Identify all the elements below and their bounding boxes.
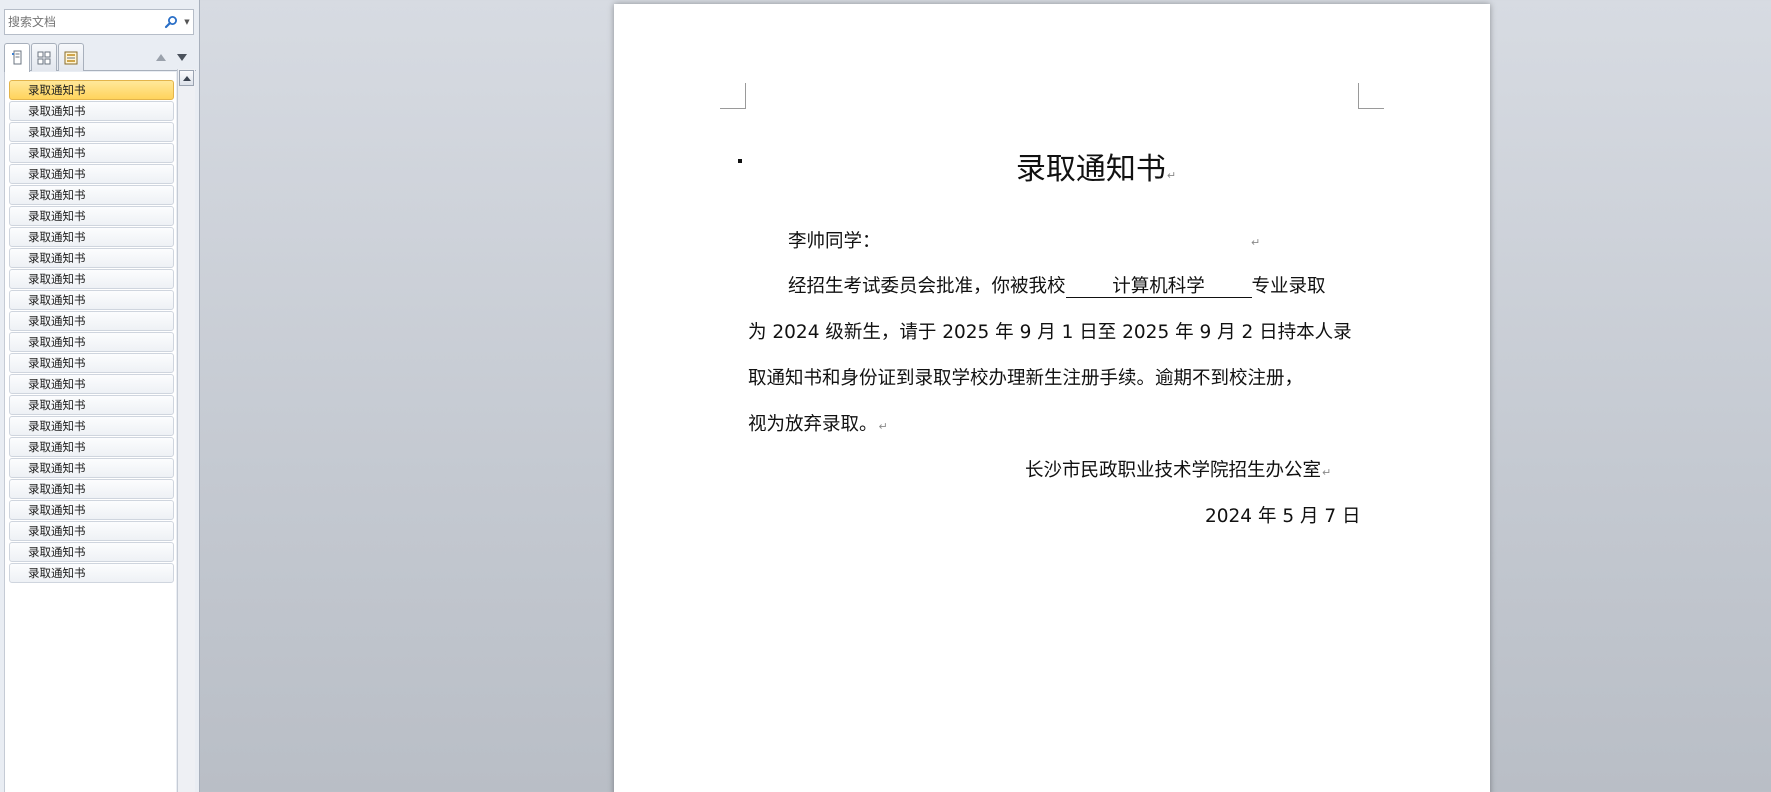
view-tabs: [4, 43, 196, 72]
crop-mark-top-right: [1358, 83, 1384, 109]
signature[interactable]: 长沙市民政职业技术学院招生办公室↵: [1025, 456, 1331, 482]
scroll-up-arrow-icon[interactable]: [179, 70, 194, 86]
heading-item[interactable]: 录取通知书: [9, 437, 174, 457]
search-box[interactable]: ▼: [4, 9, 194, 35]
heading-item[interactable]: 录取通知书: [9, 290, 174, 310]
heading-item[interactable]: 录取通知书: [9, 185, 174, 205]
body-line-2[interactable]: 为 2024 级新生，请于 2025 年 9 月 1 日至 2025 年 9 月…: [748, 318, 1352, 344]
heading-list-scrollbar[interactable]: [177, 69, 195, 792]
body-line-4-text: 视为放弃录取。: [748, 414, 878, 435]
greeting-text: 李帅同学：: [788, 231, 881, 252]
search-icon[interactable]: [161, 11, 181, 33]
paragraph-mark: ↵: [1166, 169, 1177, 182]
tab-browse-pages[interactable]: [31, 43, 57, 71]
body-line-4[interactable]: 视为放弃录取。↵: [748, 410, 888, 436]
heading-item[interactable]: 录取通知书: [9, 458, 174, 478]
paragraph-mark: ↵: [1251, 236, 1261, 249]
heading-list: 录取通知书 录取通知书 录取通知书 录取通知书 录取通知书 录取通知书 录取通知书 录取通知书…: [4, 72, 176, 792]
body-line-1[interactable]: 经招生考试委员会批准，你被我校 计算机科学 专业录取: [788, 272, 1326, 298]
document-title[interactable]: 录取通知书↵: [614, 144, 1490, 188]
pages-thumbnail-icon: [37, 51, 51, 64]
heading-item[interactable]: 录取通知书: [9, 269, 174, 289]
heading-item[interactable]: 录取通知书: [9, 248, 174, 268]
date-text: 2024 年 5 月 7 日: [1205, 506, 1361, 527]
heading-item[interactable]: 录取通知书: [9, 332, 174, 352]
search-input[interactable]: [5, 10, 161, 34]
heading-item[interactable]: 录取通知书: [9, 143, 174, 163]
body-line-3[interactable]: 取通知书和身份证到录取学校办理新生注册手续。逾期不到校注册，: [748, 364, 1303, 390]
body-line-3-text: 取通知书和身份证到录取学校办理新生注册手续。逾期不到校注册，: [748, 368, 1304, 389]
heading-item[interactable]: 录取通知书: [9, 353, 174, 373]
next-heading-arrow-icon[interactable]: [175, 51, 189, 63]
heading-item[interactable]: 录取通知书: [9, 563, 174, 583]
body-line-2-text: 为 2024 级新生，请于 2025 年 9 月 1 日至 2025 年 9 月…: [748, 322, 1352, 343]
date[interactable]: 2024 年 5 月 7 日: [1205, 502, 1361, 528]
navigation-pane: ▼ 录取通知书录取通知书录取通知书录取通知书录取通知书录取通知书录取通知书录取通…: [0, 0, 200, 792]
heading-item[interactable]: 录取通知书: [9, 416, 174, 436]
heading-item[interactable]: 录取通知书: [9, 479, 174, 499]
document-title-text: 录取通知书: [1015, 152, 1166, 187]
search-results-icon: [64, 51, 78, 64]
paragraph-mark: ↵: [1322, 466, 1332, 479]
signature-text: 长沙市民政职业技术学院招生办公室: [1025, 460, 1322, 481]
greeting[interactable]: 李帅同学：: [788, 227, 881, 253]
heading-item[interactable]: 录取通知书: [9, 311, 174, 331]
heading-item[interactable]: 录取通知书: [9, 395, 174, 415]
heading-item[interactable]: 录取通知书: [9, 206, 174, 226]
heading-item[interactable]: 录取通知书: [9, 521, 174, 541]
heading-item[interactable]: 录取通知书: [9, 80, 174, 100]
crop-mark-top-left: [720, 83, 746, 109]
heading-item[interactable]: 录取通知书: [9, 122, 174, 142]
body-line-1-post: 专业录取: [1251, 276, 1326, 297]
search-options-chevron-down-icon[interactable]: ▼: [181, 11, 193, 33]
heading-item[interactable]: 录取通知书: [9, 374, 174, 394]
major-field[interactable]: 计算机科学: [1065, 276, 1252, 298]
heading-item[interactable]: 录取通知书: [9, 227, 174, 247]
paragraph-mark: ↵: [878, 420, 888, 433]
headings-view-icon: [12, 50, 22, 65]
tab-browse-headings[interactable]: [4, 43, 30, 72]
heading-item[interactable]: 录取通知书: [9, 542, 174, 562]
heading-item[interactable]: 录取通知书: [9, 164, 174, 184]
heading-item[interactable]: 录取通知书: [9, 500, 174, 520]
body-line-1-pre: 经招生考试委员会批准，你被我校: [788, 276, 1066, 297]
heading-item[interactable]: 录取通知书: [9, 101, 174, 121]
major-text: 计算机科学: [1112, 276, 1205, 297]
tab-browse-results[interactable]: [58, 43, 84, 71]
previous-heading-arrow-icon[interactable]: [154, 51, 168, 63]
document-page[interactable]: 录取通知书↵ 李帅同学： ↵ 经招生考试委员会批准，你被我校 计算机科学 专业录取 …: [614, 4, 1490, 792]
